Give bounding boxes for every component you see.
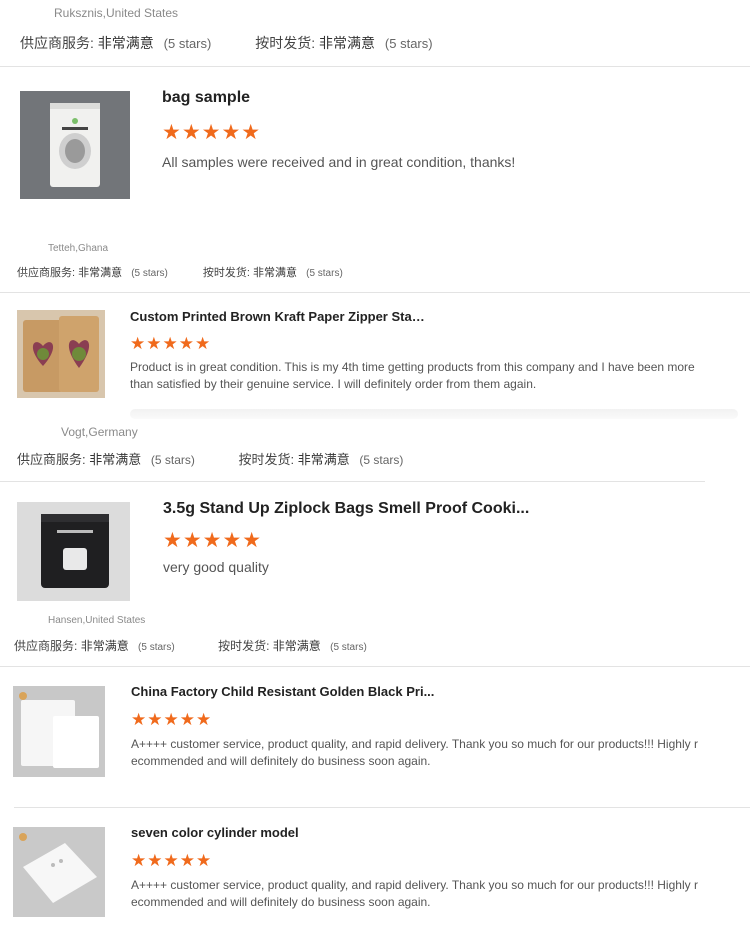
divider <box>0 292 750 293</box>
delivery-rating-value: 非常满意 <box>297 452 350 467</box>
delivery-stars-note: (5 stars) <box>306 268 343 279</box>
pouch-image <box>20 91 130 199</box>
product-thumbnail[interactable] <box>13 827 105 917</box>
delivery-rating-label: 按时发货: <box>218 639 270 653</box>
service-stars-note: (5 stars) <box>150 453 195 467</box>
service-rating-label: 供应商服务: <box>17 267 76 279</box>
service-rating-label: 供应商服务: <box>14 639 78 653</box>
rating-summary: 供应商服务: 非常满意 (5 stars) 按时发货: 非常满意 (5 star… <box>14 637 367 654</box>
reviewer-name: Hansen,United States <box>48 615 146 626</box>
product-thumbnail[interactable] <box>13 686 105 777</box>
service-rating-label: 供应商服务: <box>17 452 86 467</box>
reviewer-name: Tetteh,Ghana <box>48 243 109 254</box>
delivery-rating-value: 非常满意 <box>319 35 376 51</box>
review-text: All samples were received and in great c… <box>162 154 516 170</box>
review-product-title[interactable]: seven color cylinder model <box>131 825 461 840</box>
star-rating: ★★★★★ <box>163 529 263 552</box>
service-stars-note: (5 stars) <box>163 36 212 51</box>
delivery-stars-note: (5 stars) <box>359 453 404 467</box>
review-text: A++++ customer service, product quality,… <box>131 878 698 910</box>
kraft-pouch-image <box>17 310 105 398</box>
service-rating-value: 非常满意 <box>89 452 142 467</box>
rating-summary: 供应商服务: 非常满意 (5 stars) 按时发货: 非常满意 (5 star… <box>17 449 403 468</box>
divider <box>14 807 750 808</box>
white-pouch-image <box>13 686 105 777</box>
service-stars-note: (5 stars) <box>131 268 168 279</box>
review-product-title[interactable]: 3.5g Stand Up Ziplock Bags Smell Proof C… <box>163 500 563 518</box>
service-rating-label: 供应商服务: <box>20 35 94 51</box>
review-text: very good quality <box>163 559 269 575</box>
review-product-title[interactable]: bag sample <box>162 89 722 107</box>
delivery-rating-label: 按时发货: <box>202 267 250 279</box>
star-rating: ★★★★★ <box>162 121 262 144</box>
product-thumbnail[interactable] <box>17 310 105 398</box>
star-rating: ★★★★★ <box>131 710 213 729</box>
rating-summary: 供应商服务: 非常满意 (5 stars) 按时发货: 非常满意 (5 star… <box>20 33 433 53</box>
product-thumbnail[interactable] <box>20 91 130 199</box>
review-text: A++++ customer service, product quality,… <box>131 737 698 769</box>
delivery-rating-value: 非常满意 <box>272 639 321 653</box>
service-rating-value: 非常满意 <box>97 35 154 51</box>
service-rating-value: 非常满意 <box>80 639 129 653</box>
service-stars-note: (5 stars) <box>138 642 175 653</box>
service-rating-value: 非常满意 <box>78 267 123 279</box>
review-text: Product is in great condition. This is m… <box>130 360 695 392</box>
reviewer-name: Vogt,Germany <box>61 425 138 439</box>
reviewer-name: Ruksznis,United States <box>54 6 179 20</box>
delivery-rating-label: 按时发货: <box>238 452 295 467</box>
rating-summary: 供应商服务: 非常满意 (5 stars) 按时发货: 非常满意 (5 star… <box>17 264 343 280</box>
review-product-title[interactable]: Custom Printed Brown Kraft Paper Zipper … <box>130 309 430 324</box>
black-pouch-image <box>17 502 130 601</box>
scroll-shadow <box>130 409 738 419</box>
delivery-rating-value: 非常满意 <box>253 267 298 279</box>
star-rating: ★★★★★ <box>130 334 212 353</box>
delivery-stars-note: (5 stars) <box>330 642 367 653</box>
delivery-stars-note: (5 stars) <box>384 36 433 51</box>
divider <box>0 66 750 67</box>
delivery-rating-label: 按时发货: <box>255 35 316 51</box>
cylinder-model-image <box>13 827 105 917</box>
divider <box>0 666 750 667</box>
review-product-title[interactable]: China Factory Child Resistant Golden Bla… <box>131 684 461 699</box>
product-thumbnail[interactable] <box>17 502 130 601</box>
divider <box>0 481 705 482</box>
star-rating: ★★★★★ <box>131 851 213 870</box>
